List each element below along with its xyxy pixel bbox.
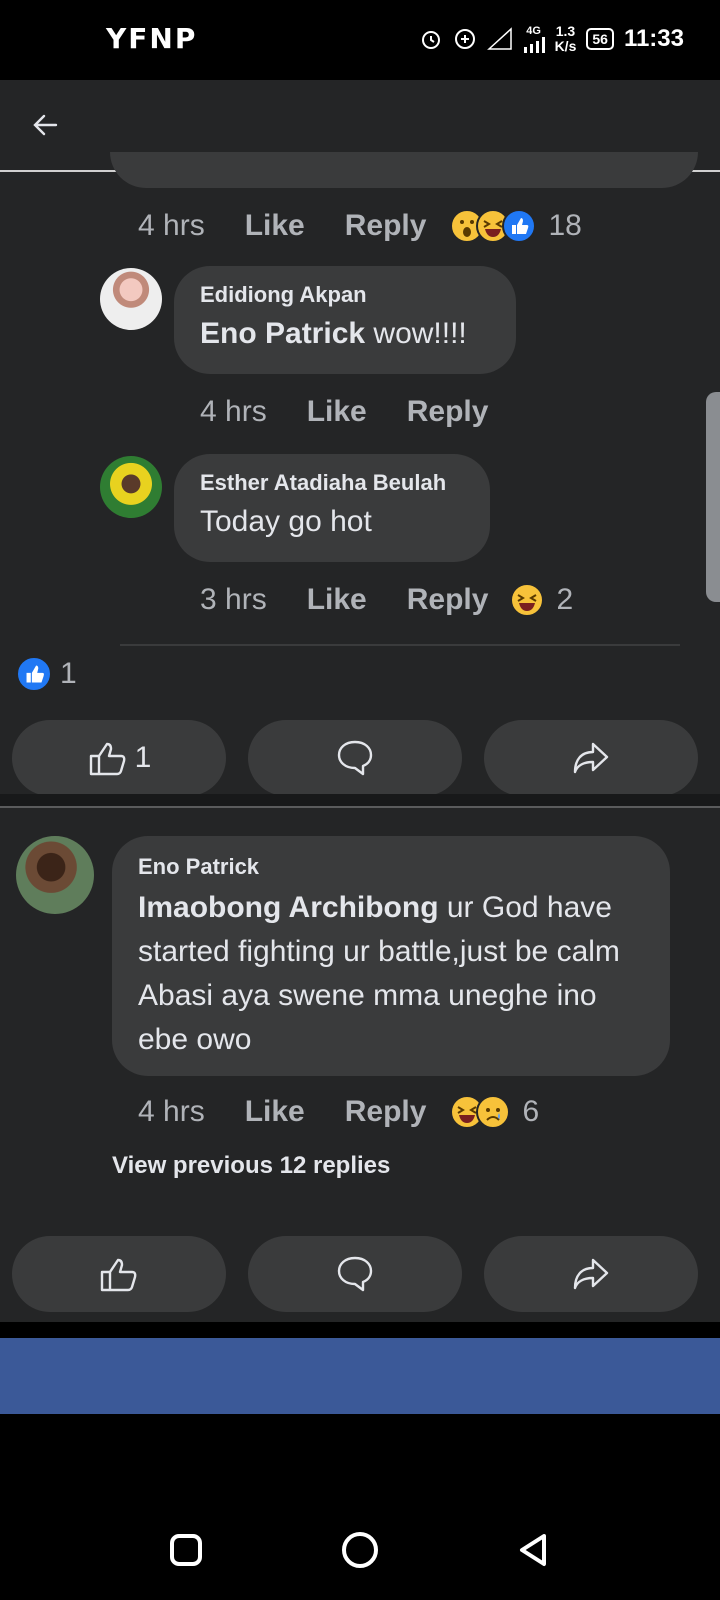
comment-text: Eno Patrick wow!!!!: [200, 314, 490, 354]
reply-link[interactable]: Reply: [345, 209, 427, 243]
reply-bubble[interactable]: Edidiong Akpan Eno Patrick wow!!!!: [174, 266, 516, 374]
comment-button[interactable]: [248, 1236, 462, 1312]
like-button[interactable]: [12, 1236, 226, 1312]
like-count: 1: [134, 741, 152, 774]
reply-link[interactable]: Reply: [407, 583, 489, 617]
reaction-summary[interactable]: 18: [450, 209, 582, 243]
reply-link[interactable]: Reply: [345, 1095, 427, 1129]
reply-meta: 4 hrs Like Reply: [200, 390, 488, 434]
share-button[interactable]: [484, 1236, 698, 1312]
like-link[interactable]: Like: [245, 1095, 305, 1129]
comment-time: 4 hrs: [200, 395, 267, 428]
mention[interactable]: Eno Patrick: [200, 317, 365, 350]
like-icon: [100, 1258, 137, 1292]
battery-icon: 56: [586, 28, 614, 50]
share-icon: [573, 1258, 609, 1290]
back-button[interactable]: [30, 110, 70, 140]
reaction-summary[interactable]: 6: [450, 1095, 539, 1129]
comment-author[interactable]: Esther Atadiaha Beulah: [200, 470, 464, 496]
reply-meta: 3 hrs Like Reply 2: [200, 578, 573, 622]
reaction-count: 6: [522, 1095, 540, 1128]
status-indicators: 4G 1.3 K/s 56 11:33: [419, 24, 684, 54]
comment-time: 3 hrs: [200, 583, 267, 616]
share-icon: [573, 742, 609, 774]
scrollbar[interactable]: [706, 392, 720, 602]
comment-time: 4 hrs: [138, 1095, 205, 1128]
comment-body: wow!!!!: [365, 317, 467, 350]
comment-icon: [337, 1256, 373, 1292]
divider: [120, 644, 680, 646]
reaction-count: 2: [556, 583, 574, 616]
like-reaction-icon: [502, 209, 537, 243]
data-saver-icon: [454, 29, 475, 49]
comment-author[interactable]: Edidiong Akpan: [200, 282, 490, 308]
like-icon: [89, 742, 126, 776]
reply-bubble[interactable]: Esther Atadiaha Beulah Today go hot: [174, 454, 490, 562]
comment-author[interactable]: Eno Patrick: [138, 854, 644, 880]
net-speed-value: 1.3: [555, 23, 576, 39]
recents-icon[interactable]: [168, 1532, 204, 1568]
comment-button[interactable]: [248, 720, 462, 796]
reaction-summary[interactable]: 2: [510, 583, 573, 617]
back-arrow-icon: [33, 114, 58, 136]
share-button[interactable]: [484, 720, 698, 796]
net-speed-unit: K/s: [554, 38, 577, 54]
comment-text: Imaobong Archibong ur God have started f…: [138, 886, 644, 1062]
like-link[interactable]: Like: [307, 395, 367, 429]
network-signal: 4G: [523, 24, 545, 53]
like-button[interactable]: 1: [12, 720, 226, 796]
previous-comment-bubble: [110, 152, 698, 188]
sad-reaction-icon: [476, 1095, 511, 1129]
avatar[interactable]: [100, 268, 162, 330]
clock: 11:33: [623, 25, 684, 52]
like-link[interactable]: Like: [245, 209, 305, 243]
comment-bubble[interactable]: Eno Patrick Imaobong Archibong ur God ha…: [112, 836, 670, 1076]
comment-body: Today go hot: [200, 505, 372, 538]
like-reaction-icon: [16, 656, 52, 692]
system-nav-bar: [0, 1416, 720, 1600]
mention[interactable]: Imaobong Archibong: [138, 891, 439, 924]
status-bar: YFNP 4G 1.3 K/s 56 11:33: [0, 0, 720, 80]
net-speed: 1.3 K/s: [555, 24, 577, 54]
haha-reaction-icon: [510, 583, 545, 617]
avatar[interactable]: [100, 456, 162, 518]
comment-time: 4 hrs: [138, 209, 205, 242]
comments-feed: 4 hrs Like Reply 18 Edidiong Akpan Eno P…: [0, 152, 720, 1340]
post-reaction-count: 1: [60, 657, 77, 690]
back-triangle-icon[interactable]: [516, 1532, 552, 1568]
comment-meta: 4 hrs Like Reply 6: [138, 1090, 539, 1134]
signal-empty-icon: [486, 27, 512, 50]
bottom-banner: [0, 1338, 720, 1414]
post-reaction-summary[interactable]: 1: [16, 656, 77, 692]
post-separator: [0, 794, 720, 808]
home-icon[interactable]: [340, 1530, 380, 1570]
alarm-icon: [421, 31, 440, 49]
view-previous-replies-link[interactable]: View previous 12 replies: [112, 1152, 390, 1180]
avatar[interactable]: [16, 836, 94, 914]
reaction-count: 18: [548, 209, 582, 242]
signal-bars-icon: [523, 36, 545, 53]
like-link[interactable]: Like: [307, 583, 367, 617]
reply-link[interactable]: Reply: [407, 395, 489, 429]
comment-icon: [337, 740, 373, 776]
banner-gap: [0, 1322, 720, 1338]
network-type: 4G: [526, 24, 541, 37]
status-app-icons: YFNP: [106, 22, 198, 55]
previous-comment-meta: 4 hrs Like Reply 18: [138, 204, 582, 248]
